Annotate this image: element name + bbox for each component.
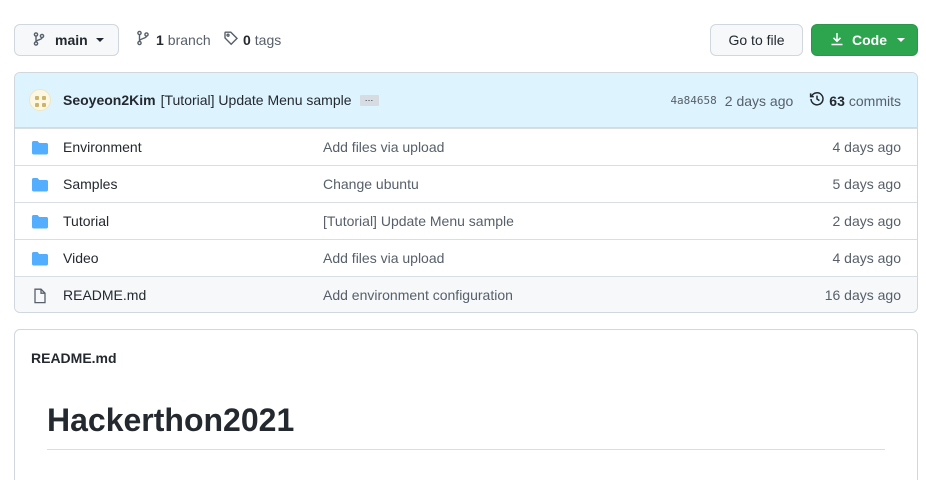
- file-commit-message[interactable]: Change ubuntu: [323, 176, 419, 192]
- divider: [47, 449, 885, 450]
- file-name[interactable]: Samples: [63, 176, 117, 192]
- branches-count: 1: [156, 31, 164, 48]
- branch-icon: [31, 31, 47, 50]
- file-age: 2 days ago: [832, 213, 902, 229]
- commit-time: 2 days ago: [724, 92, 794, 109]
- file-name[interactable]: Video: [63, 250, 99, 266]
- folder-icon: [31, 177, 49, 193]
- tags-label: tags: [254, 31, 282, 48]
- file-icon: [31, 288, 49, 304]
- file-name[interactable]: Environment: [63, 139, 142, 155]
- file-age: 16 days ago: [824, 287, 901, 303]
- code-button[interactable]: Code: [811, 24, 918, 56]
- commits-count: 63: [829, 92, 845, 109]
- commit-author[interactable]: Seoyeon2Kim: [63, 92, 156, 108]
- readme-heading: Hackerthon2021: [47, 402, 295, 438]
- file-commit-message[interactable]: Add environment configuration: [323, 287, 513, 303]
- git-branch-icon: [136, 30, 150, 49]
- file-age: 4 days ago: [832, 139, 902, 155]
- history-icon: [809, 91, 825, 110]
- file-row[interactable]: Samples Change ubuntu 5 days ago: [15, 165, 917, 202]
- expand-commit-button[interactable]: …: [359, 94, 379, 106]
- branch-select-button[interactable]: main: [14, 24, 119, 56]
- file-commit-message[interactable]: Add files via upload: [323, 139, 444, 155]
- branch-name: main: [55, 32, 88, 48]
- go-to-file-button[interactable]: Go to file: [710, 24, 803, 56]
- avatar[interactable]: [29, 89, 51, 111]
- folder-icon: [31, 214, 49, 230]
- file-list: Seoyeon2Kim [Tutorial] Update Menu sampl…: [14, 72, 918, 313]
- tags-count: 0: [243, 31, 251, 48]
- readme-panel: README.md Hackerthon2021: [14, 329, 918, 480]
- file-age: 4 days ago: [832, 250, 902, 266]
- file-name[interactable]: README.md: [63, 287, 146, 303]
- code-button-label: Code: [852, 32, 887, 48]
- tag-icon: [223, 30, 239, 49]
- commits-history-link[interactable]: 63 commits: [809, 91, 901, 110]
- branches-label: branch: [167, 31, 211, 48]
- commit-sha[interactable]: 4a84658: [670, 94, 716, 107]
- file-row[interactable]: Environment Add files via upload 4 days …: [15, 128, 917, 165]
- commits-label: commits: [848, 92, 901, 109]
- folder-icon: [31, 140, 49, 156]
- file-row[interactable]: Video Add files via upload 4 days ago: [15, 239, 917, 276]
- latest-commit-bar: Seoyeon2Kim [Tutorial] Update Menu sampl…: [15, 73, 917, 128]
- branches-link[interactable]: 1 branch: [136, 30, 211, 49]
- folder-icon: [31, 251, 49, 267]
- file-row[interactable]: Tutorial [Tutorial] Update Menu sample 2…: [15, 202, 917, 239]
- file-row[interactable]: README.md Add environment configuration …: [15, 276, 917, 312]
- file-age: 5 days ago: [832, 176, 902, 192]
- file-name[interactable]: Tutorial: [63, 213, 109, 229]
- file-commit-message[interactable]: [Tutorial] Update Menu sample: [323, 213, 514, 229]
- tags-link[interactable]: 0 tags: [223, 30, 281, 49]
- chevron-down-icon: [897, 38, 905, 42]
- download-icon: [830, 31, 844, 50]
- file-commit-message[interactable]: Add files via upload: [323, 250, 444, 266]
- chevron-down-icon: [95, 38, 104, 42]
- readme-filename[interactable]: README.md: [31, 350, 117, 366]
- commit-message[interactable]: [Tutorial] Update Menu sample: [161, 92, 352, 108]
